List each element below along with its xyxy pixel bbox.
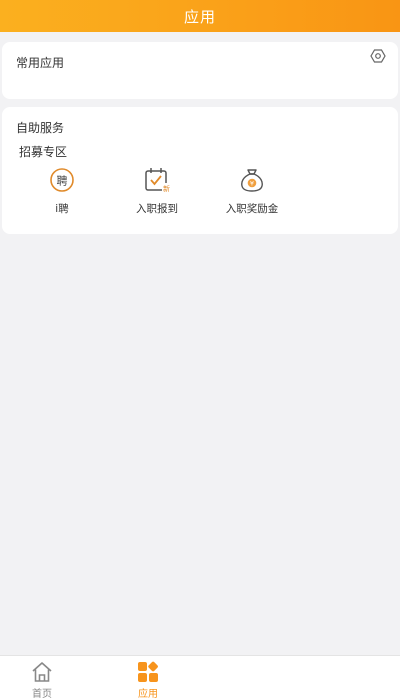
money-bag-icon: ¥ [241, 169, 263, 192]
home-icon [32, 662, 52, 682]
tab-home[interactable]: 首页 [12, 658, 72, 700]
tab-apps[interactable]: 应用 [118, 658, 178, 700]
app-label: 入职奖励金 [225, 203, 279, 215]
self-service-title: 自助服务 [16, 121, 65, 135]
recruitment-section-title: 招募专区 [19, 145, 68, 159]
tab-label: 首页 [32, 689, 52, 700]
self-service-card: 自助服务 招募专区 聘 i聘 新 入职报到 ¥ 入职奖励金 [2, 107, 398, 234]
pin-badge-icon: 聘 [50, 168, 74, 192]
svg-text:新: 新 [163, 184, 170, 193]
app-ipin[interactable]: 聘 i聘 [22, 162, 102, 222]
page-title: 应用 [183, 7, 216, 26]
settings-icon[interactable] [370, 48, 386, 64]
common-apps-title: 常用应用 [16, 56, 65, 70]
app-onboarding-checkin[interactable]: 新 入职报到 [117, 162, 197, 222]
top-header: 应用 [0, 0, 400, 32]
tab-label: 应用 [138, 689, 158, 700]
calendar-check-icon: 新 [145, 168, 171, 193]
svg-text:¥: ¥ [250, 180, 254, 188]
app-grid: 聘 i聘 新 入职报到 ¥ 入职奖励金 [2, 162, 398, 222]
app-onboarding-bonus[interactable]: ¥ 入职奖励金 [212, 162, 292, 222]
common-apps-card: 常用应用 [2, 42, 398, 99]
app-label: i聘 [55, 203, 69, 215]
apps-grid-icon [138, 661, 158, 682]
bottom-tab-bar: 首页 应用 [0, 655, 400, 700]
svg-text:聘: 聘 [57, 174, 68, 188]
app-label: 入职报到 [136, 203, 178, 215]
